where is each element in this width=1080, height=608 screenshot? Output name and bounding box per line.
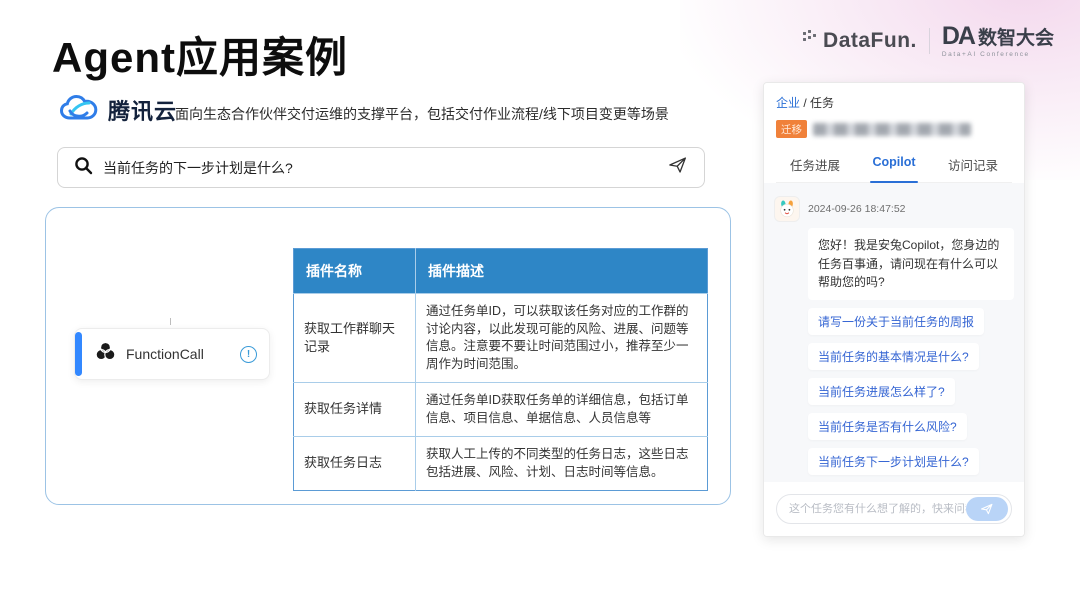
diagram-panel: FunctionCall ! 插件名称 插件描述 获取工作群聊天记录 通过任务单… [45, 207, 731, 505]
da-conference-name: 数智大会 [978, 29, 1054, 48]
suggestion-chip[interactable]: 当前任务是否有什么风险? [808, 413, 967, 440]
breadcrumb-divider: / [803, 96, 806, 110]
brand-divider [929, 28, 930, 54]
table-row: 获取任务日志 获取人工上传的不同类型的任务日志，这些日志包括进展、风险、计划、日… [294, 437, 708, 491]
plugin-name: 获取工作群聊天记录 [294, 294, 416, 383]
suggestion-chip[interactable]: 请写一份关于当前任务的周报 [808, 308, 984, 335]
copilot-avatar [774, 196, 800, 222]
tab-copilot[interactable]: Copilot [868, 149, 919, 182]
copilot-panel: 企业 / 任务 迁移 任务进展 Copilot 访问记录 [763, 82, 1025, 537]
search-input[interactable] [103, 160, 668, 176]
suggestion-chip[interactable]: 当前任务下一步计划是什么? [808, 448, 979, 475]
column-header-plugin-desc: 插件描述 [416, 249, 708, 294]
table-row: 获取任务详情 通过任务单ID获取任务单的详细信息，包括订单信息、项目信息、单据信… [294, 383, 708, 437]
search-bar[interactable] [57, 147, 705, 188]
chat-send-button[interactable] [966, 497, 1008, 521]
plugin-table-header-row: 插件名称 插件描述 [294, 249, 708, 294]
node-accent-bar [75, 332, 82, 376]
da-mark: DA [942, 24, 974, 49]
chat-input[interactable] [789, 503, 966, 515]
column-header-plugin-name: 插件名称 [294, 249, 416, 294]
suggestion-chip[interactable]: 当前任务的基本情况是什么? [808, 343, 979, 370]
connector-tick [170, 318, 171, 325]
breadcrumb-enterprise[interactable]: 企业 [776, 96, 800, 110]
message-timestamp: 2024-09-26 18:47:52 [808, 203, 906, 215]
search-icon [74, 156, 93, 180]
datafun-logo: DataFun. [802, 29, 917, 54]
page-title: Agent应用案例 [52, 24, 348, 85]
product-description: 面向生态合作伙伴交付运维的支撑平台，包括交付作业流程/线下项目变更等场景 [175, 104, 669, 124]
plugin-table: 插件名称 插件描述 获取工作群聊天记录 通过任务单ID，可以获取该任务对应的工作… [293, 248, 708, 491]
copilot-message-bubble: 您好！我是安兔Copilot，您身边的任务百事通，请问现在有什么可以帮助您的吗? [808, 228, 1014, 300]
datafun-dots-icon [802, 29, 818, 54]
copilot-panel-header: 企业 / 任务 迁移 任务进展 Copilot 访问记录 [764, 83, 1024, 183]
tab-visit-log[interactable]: 访问记录 [944, 149, 1002, 182]
da-conference-logo: DA 数智大会 Data+AI Conference [942, 24, 1054, 59]
plugin-name: 获取任务日志 [294, 437, 416, 491]
message-header: 2024-09-26 18:47:52 [774, 196, 1014, 222]
send-icon[interactable] [668, 156, 688, 179]
chat-input-bar [764, 482, 1024, 536]
da-conference-subtitle: Data+AI Conference [942, 52, 1030, 59]
functioncall-label: FunctionCall [126, 346, 240, 362]
plugin-desc: 获取人工上传的不同类型的任务日志，这些日志包括进展、风险、计划、日志时间等信息。 [416, 437, 708, 491]
functioncall-node[interactable]: FunctionCall ! [74, 328, 270, 380]
chat-input-wrap[interactable] [776, 494, 1012, 524]
plugin-desc: 通过任务单ID获取任务单的详细信息，包括订单信息、项目信息、单据信息、人员信息等 [416, 383, 708, 437]
functioncall-icon [95, 341, 116, 367]
table-row: 获取工作群聊天记录 通过任务单ID，可以获取该任务对应的工作群的讨论内容，以此发… [294, 294, 708, 383]
product-row: 腾讯云 [60, 94, 177, 126]
suggestion-list: 请写一份关于当前任务的周报 当前任务的基本情况是什么? 当前任务进展怎么样了? … [808, 308, 1014, 482]
redacted-task-title [813, 123, 971, 136]
brand-bar: DataFun. DA 数智大会 Data+AI Conference [802, 24, 1054, 59]
breadcrumb: 企业 / 任务 [776, 94, 1012, 111]
info-icon[interactable]: ! [240, 346, 257, 363]
breadcrumb-task: 任务 [810, 96, 834, 110]
plugin-name: 获取任务详情 [294, 383, 416, 437]
datafun-wordmark: DataFun. [823, 29, 917, 53]
chat-area: 2024-09-26 18:47:52 您好！我是安兔Copilot，您身边的任… [764, 183, 1024, 482]
tencent-cloud-icon [60, 94, 98, 126]
product-name: 腾讯云 [108, 94, 177, 126]
suggestion-chip[interactable]: 当前任务进展怎么样了? [808, 378, 955, 405]
tab-bar: 任务进展 Copilot 访问记录 [776, 149, 1012, 183]
plugin-desc: 通过任务单ID，可以获取该任务对应的工作群的讨论内容，以此发现可能的风险、进展、… [416, 294, 708, 383]
tab-task-progress[interactable]: 任务进展 [786, 149, 844, 182]
task-title-row: 迁移 [776, 120, 1012, 138]
status-badge: 迁移 [776, 120, 807, 138]
